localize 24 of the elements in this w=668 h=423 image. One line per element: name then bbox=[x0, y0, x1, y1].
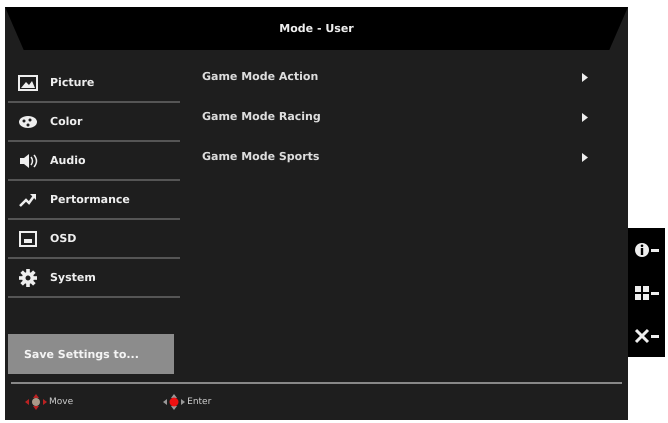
key-hint: Enter bbox=[187, 397, 212, 407]
arrow-right-icon bbox=[582, 113, 588, 122]
window-icon bbox=[18, 230, 38, 248]
menu-key-icon[interactable] bbox=[634, 284, 660, 300]
menu-item[interactable]: System bbox=[50, 271, 96, 284]
speaker-icon bbox=[18, 152, 38, 170]
arrow-right-icon bbox=[582, 73, 588, 82]
direction-pad-icon bbox=[25, 394, 47, 410]
menu-item[interactable]: Picture bbox=[50, 76, 94, 89]
arrow-right-icon bbox=[582, 153, 588, 162]
gear-icon bbox=[18, 268, 38, 286]
submenu-item[interactable]: Game Mode Sports bbox=[202, 150, 320, 163]
direction-pad-icon bbox=[163, 394, 186, 410]
submenu-item[interactable]: Game Mode Racing bbox=[202, 110, 321, 123]
key-hint: Move bbox=[49, 397, 74, 407]
window-title: Mode - User bbox=[279, 22, 354, 35]
menu-item[interactable]: Color bbox=[50, 115, 82, 128]
close-key-icon[interactable] bbox=[634, 328, 660, 344]
menu-item[interactable]: Pertormance bbox=[50, 193, 130, 206]
menu-item[interactable]: OSD bbox=[50, 232, 76, 245]
info-key-icon[interactable] bbox=[634, 242, 660, 258]
menu-item[interactable]: Audio bbox=[50, 154, 86, 167]
submenu-item[interactable]: Game Mode Action bbox=[202, 70, 318, 83]
picture-icon bbox=[18, 74, 38, 92]
